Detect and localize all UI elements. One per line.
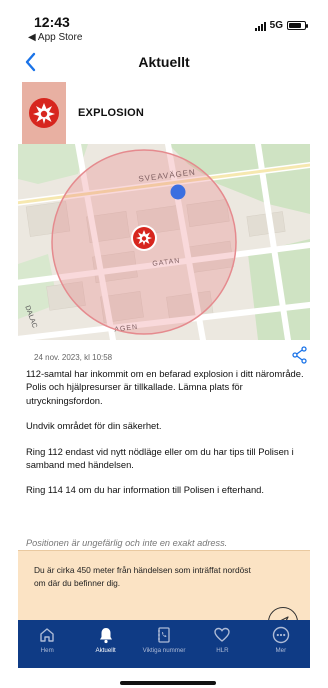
distance-panel: Du är cirka 450 meter från händelsen som… — [18, 550, 310, 637]
user-location-dot — [170, 184, 186, 200]
bell-icon — [99, 628, 112, 644]
position-disclaimer: Positionen är ungefärlig och inte en exa… — [26, 538, 228, 548]
heart-icon — [214, 627, 231, 642]
home-icon — [40, 628, 54, 642]
page-title: Aktuellt — [138, 54, 190, 70]
status-time: 12:43 — [34, 14, 70, 30]
home-indicator — [120, 681, 216, 685]
nav-bar: Aktuellt — [0, 46, 328, 80]
status-bar: 12:43 ◀ App Store 5G — [0, 0, 328, 44]
event-header: EXPLOSION — [0, 82, 328, 144]
event-details: 24 nov. 2023, kl 10:58 112-samtal har in… — [26, 346, 310, 509]
description-paragraph: Ring 112 endast vid nytt nödläge eller o… — [26, 445, 294, 471]
tab-label: HLR — [216, 647, 229, 654]
description-paragraph: Ring 114 14 om du har information till P… — [26, 484, 264, 496]
tab-label: Viktiga nummer — [142, 647, 186, 654]
event-marker[interactable] — [131, 225, 157, 251]
tab-viktiga-nummer[interactable]: Viktiga nummer — [135, 620, 193, 668]
share-icon[interactable] — [292, 346, 308, 364]
event-title: EXPLOSION — [78, 107, 144, 119]
tab-home[interactable]: Hem — [18, 620, 76, 668]
distance-text: Du är cirka 450 meter från händelsen som… — [34, 565, 251, 588]
tab-mer[interactable]: Mer — [252, 620, 310, 668]
status-indicators: 5G — [254, 20, 308, 31]
back-to-app-store-link[interactable]: ◀ App Store — [28, 32, 82, 43]
tab-label: Mer — [275, 647, 287, 654]
event-icon-container — [22, 82, 66, 144]
event-timestamp: 24 nov. 2023, kl 10:58 — [34, 353, 113, 362]
tab-label: Hem — [40, 647, 54, 654]
network-label: 5G — [269, 20, 283, 31]
battery-icon — [287, 21, 308, 30]
signal-icon — [254, 21, 266, 31]
phone-book-icon — [158, 627, 170, 643]
description-paragraph: Undvik området för din säkerhet. — [26, 420, 162, 432]
tab-bar: Hem Aktuellt Viktiga nummer HLR Mer — [18, 620, 310, 668]
tab-aktuellt[interactable]: Aktuellt — [76, 620, 134, 668]
description-paragraph: 112-samtal har inkommit om en befarad ex… — [26, 368, 304, 406]
tab-label: Aktuellt — [95, 647, 116, 654]
event-description: 112-samtal har inkommit om en befarad ex… — [26, 367, 310, 497]
explosion-icon — [29, 98, 59, 128]
event-map[interactable]: SVEAVÄGEN GATAN AGEN DALAC — [18, 144, 310, 340]
tab-hlr[interactable]: HLR — [193, 620, 251, 668]
more-icon — [272, 626, 290, 644]
